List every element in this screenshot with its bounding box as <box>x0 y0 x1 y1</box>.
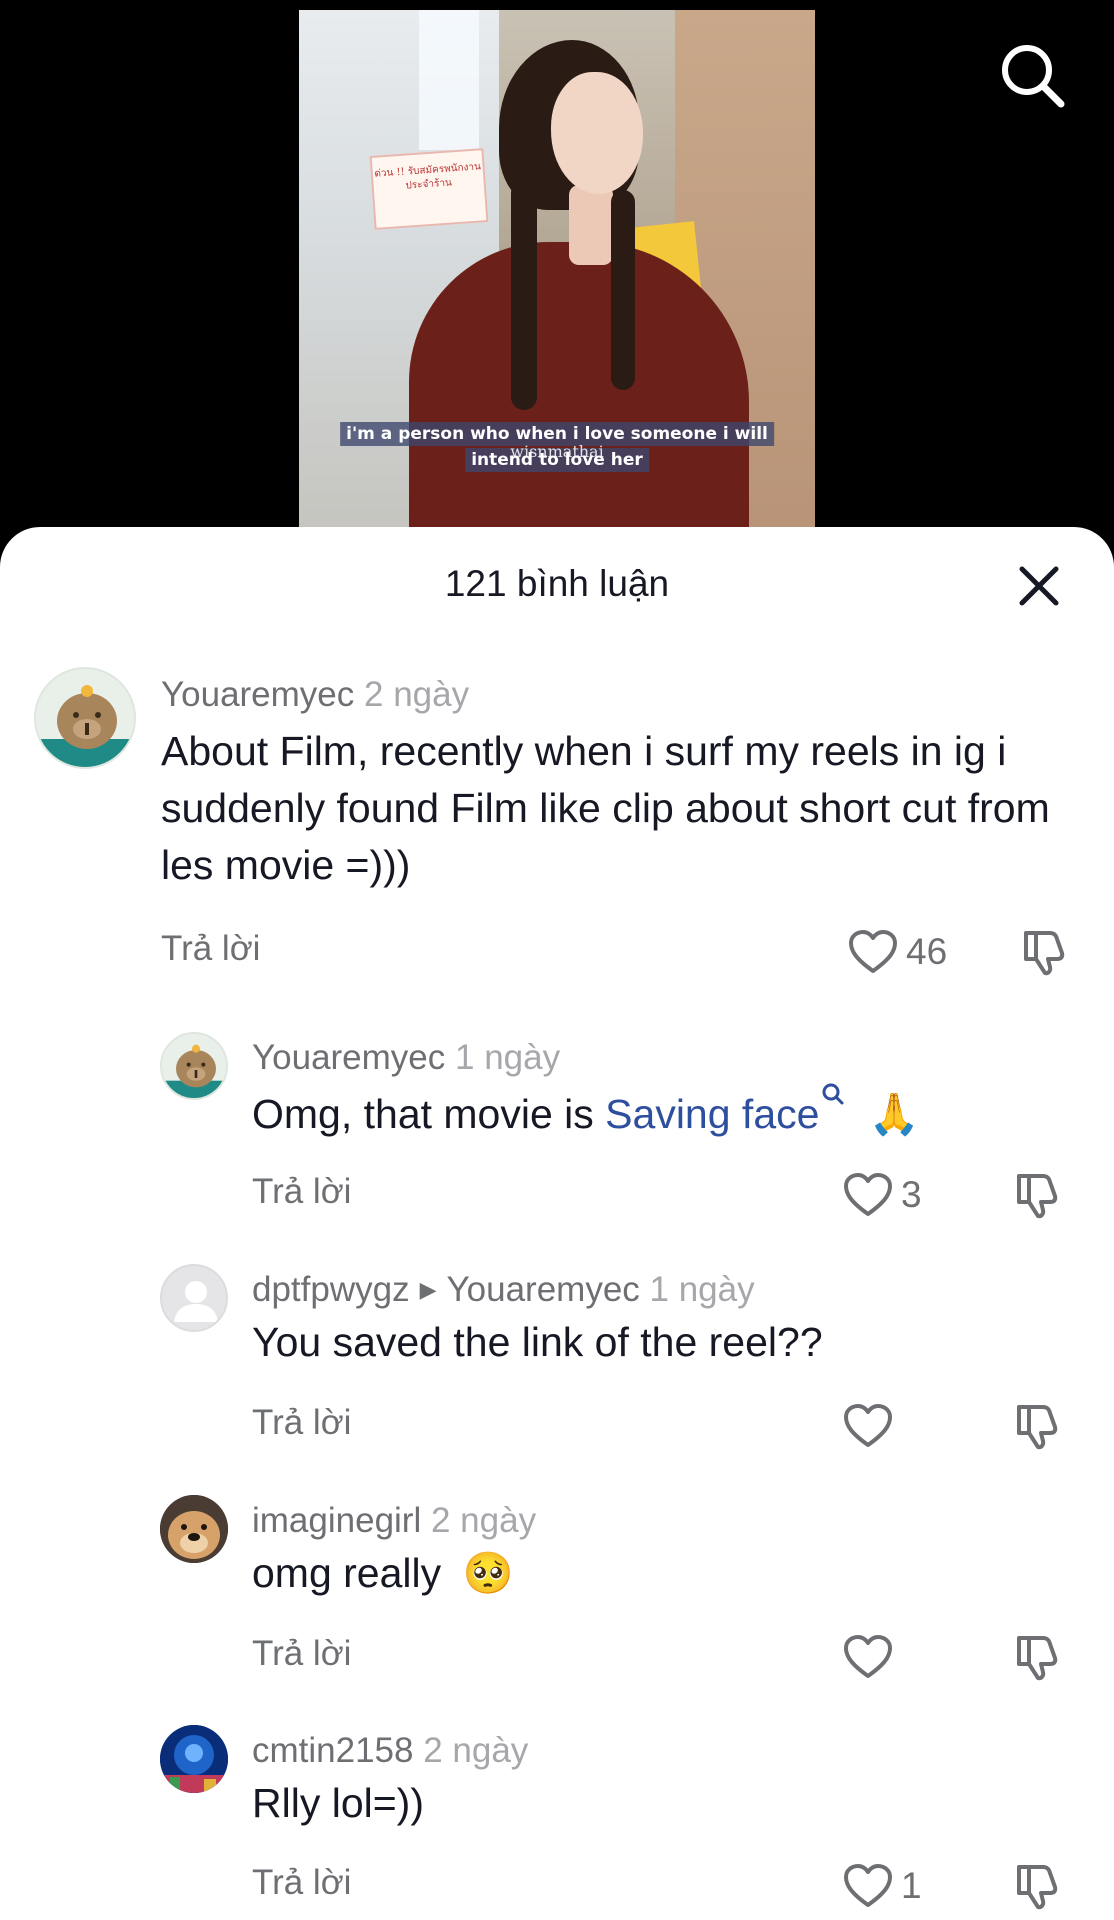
comment-item: Youaremyec 2 ngày About Film, recently w… <box>0 667 1114 888</box>
close-icon <box>1019 566 1059 606</box>
reply-arrow-icon: ▶ <box>419 1277 437 1302</box>
comment-date: 1 ngày <box>649 1270 755 1309</box>
comment-text-prefix: Omg, that movie is <box>252 1091 606 1137</box>
video-watermark: wisnmathai <box>510 442 604 461</box>
username[interactable]: imaginegirl <box>252 1501 421 1540</box>
comment-date: 2 ngày <box>423 1731 529 1770</box>
video-person-braid-right <box>611 190 635 390</box>
comments-count-title: 121 bình luận <box>444 563 670 604</box>
like-count: 1 <box>901 1865 922 1906</box>
comment-date: 2 ngày <box>430 1501 537 1540</box>
avatar[interactable] <box>160 1264 228 1332</box>
heart-icon <box>844 1173 892 1216</box>
video-person-neck <box>569 185 613 265</box>
small-search-icon[interactable] <box>821 1082 845 1106</box>
capybara-avatar-icon <box>36 685 134 767</box>
dislike-button[interactable] <box>1013 1861 1063 1911</box>
comment-author[interactable]: cmtin2158 2 ngày <box>252 1731 528 1771</box>
like-button[interactable] <box>843 1401 893 1451</box>
like-button[interactable]: 1 <box>843 1861 922 1911</box>
like-count: 3 <box>901 1174 922 1215</box>
comment-reply-item: cmtin2158 2 ngày Rlly lol=)) <box>0 1725 1114 1920</box>
comment-reply-item: imaginegirl 2 ngày omg really 🥺 <box>0 1495 1114 1695</box>
default-user-icon <box>174 1281 218 1322</box>
dislike-button[interactable] <box>1020 927 1070 977</box>
comments-header: 121 bình luận <box>0 527 1114 647</box>
comments-sheet: 121 bình luận Youaremyec 2 ngày About Fi… <box>0 527 1114 1920</box>
like-button[interactable]: 46 <box>848 927 947 977</box>
heart-icon <box>849 930 897 973</box>
search-icon <box>1002 45 1065 108</box>
capybara-avatar-icon <box>162 1044 226 1098</box>
username[interactable]: Youaremyec <box>161 675 354 714</box>
heart-icon <box>844 1404 892 1447</box>
video-person-braid-left <box>511 180 537 410</box>
search-suggestion-link[interactable]: Saving face <box>605 1091 819 1137</box>
comment-author[interactable]: dptfpwygz ▶ Youaremyec 1 ngày <box>252 1270 755 1310</box>
like-button[interactable] <box>843 1632 893 1682</box>
avatar[interactable] <box>160 1725 228 1793</box>
comment-text: Omg, that movie is Saving face 🙏 <box>252 1082 1072 1143</box>
thumbs-down-icon <box>1017 1636 1058 1681</box>
heart-icon <box>844 1635 892 1678</box>
thumbs-down-icon <box>1024 931 1065 976</box>
video-person-face <box>551 72 643 194</box>
comment-text: omg really 🥺 <box>252 1545 1072 1602</box>
reply-to-username[interactable]: Youaremyec <box>447 1270 640 1309</box>
comment-date: 1 ngày <box>455 1038 561 1077</box>
comment-date: 2 ngày <box>364 675 470 714</box>
dog-avatar-icon <box>160 1495 228 1563</box>
emoji-pleading-face: 🥺 <box>462 1550 514 1596</box>
search-button[interactable] <box>997 40 1067 110</box>
comment-text: You saved the link of the reel?? <box>252 1319 823 1365</box>
like-count: 46 <box>906 931 948 972</box>
thumbs-down-icon <box>1017 1405 1058 1450</box>
comment-author[interactable]: imaginegirl 2 ngày <box>252 1501 536 1541</box>
video-player[interactable]: ด่วน !! รับสมัครพนักงาน ประจำร้าน i'm a … <box>299 10 815 550</box>
comment-author[interactable]: Youaremyec 2 ngày <box>161 675 469 715</box>
video-person-body <box>409 242 749 550</box>
comment-author[interactable]: Youaremyec 1 ngày <box>252 1038 560 1078</box>
avatar[interactable] <box>160 1032 228 1100</box>
reply-button[interactable]: Trả lời <box>252 1634 351 1674</box>
thumbs-down-icon <box>1017 1174 1058 1219</box>
username[interactable]: cmtin2158 <box>252 1731 413 1770</box>
username[interactable]: Youaremyec <box>252 1038 445 1077</box>
dislike-button[interactable] <box>1013 1632 1063 1682</box>
reply-button[interactable]: Trả lời <box>252 1403 351 1443</box>
video-scene-sign: ด่วน !! รับสมัครพนักงาน ประจำร้าน <box>369 148 489 230</box>
reply-button[interactable]: Trả lời <box>252 1172 351 1212</box>
close-button[interactable] <box>1014 561 1064 611</box>
dislike-button[interactable] <box>1013 1401 1063 1451</box>
thumbs-down-icon <box>1017 1865 1058 1910</box>
avatar[interactable] <box>160 1495 228 1563</box>
comment-reply-item: dptfpwygz ▶ Youaremyec 1 ngày You saved th… <box>0 1264 1114 1464</box>
video-scene-window <box>419 10 479 150</box>
comment-text: About Film, recently when i surf my reel… <box>161 728 1050 888</box>
dislike-button[interactable] <box>1013 1170 1063 1220</box>
comment-reply-item: Youaremyec 1 ngày Omg, that movie is Sav… <box>0 1032 1114 1232</box>
heart-icon <box>844 1864 892 1907</box>
emoji-praying-hands: 🙏 <box>868 1091 920 1137</box>
like-button[interactable]: 3 <box>843 1170 922 1220</box>
aquarium-avatar-icon <box>160 1725 228 1793</box>
reply-button[interactable]: Trả lời <box>252 1863 351 1903</box>
comment-text: Rlly lol=)) <box>252 1780 424 1826</box>
avatar[interactable] <box>34 667 136 769</box>
reply-button[interactable]: Trả lời <box>161 929 260 969</box>
comment-text-content: omg really <box>252 1550 442 1596</box>
username[interactable]: dptfpwygz <box>252 1270 410 1309</box>
